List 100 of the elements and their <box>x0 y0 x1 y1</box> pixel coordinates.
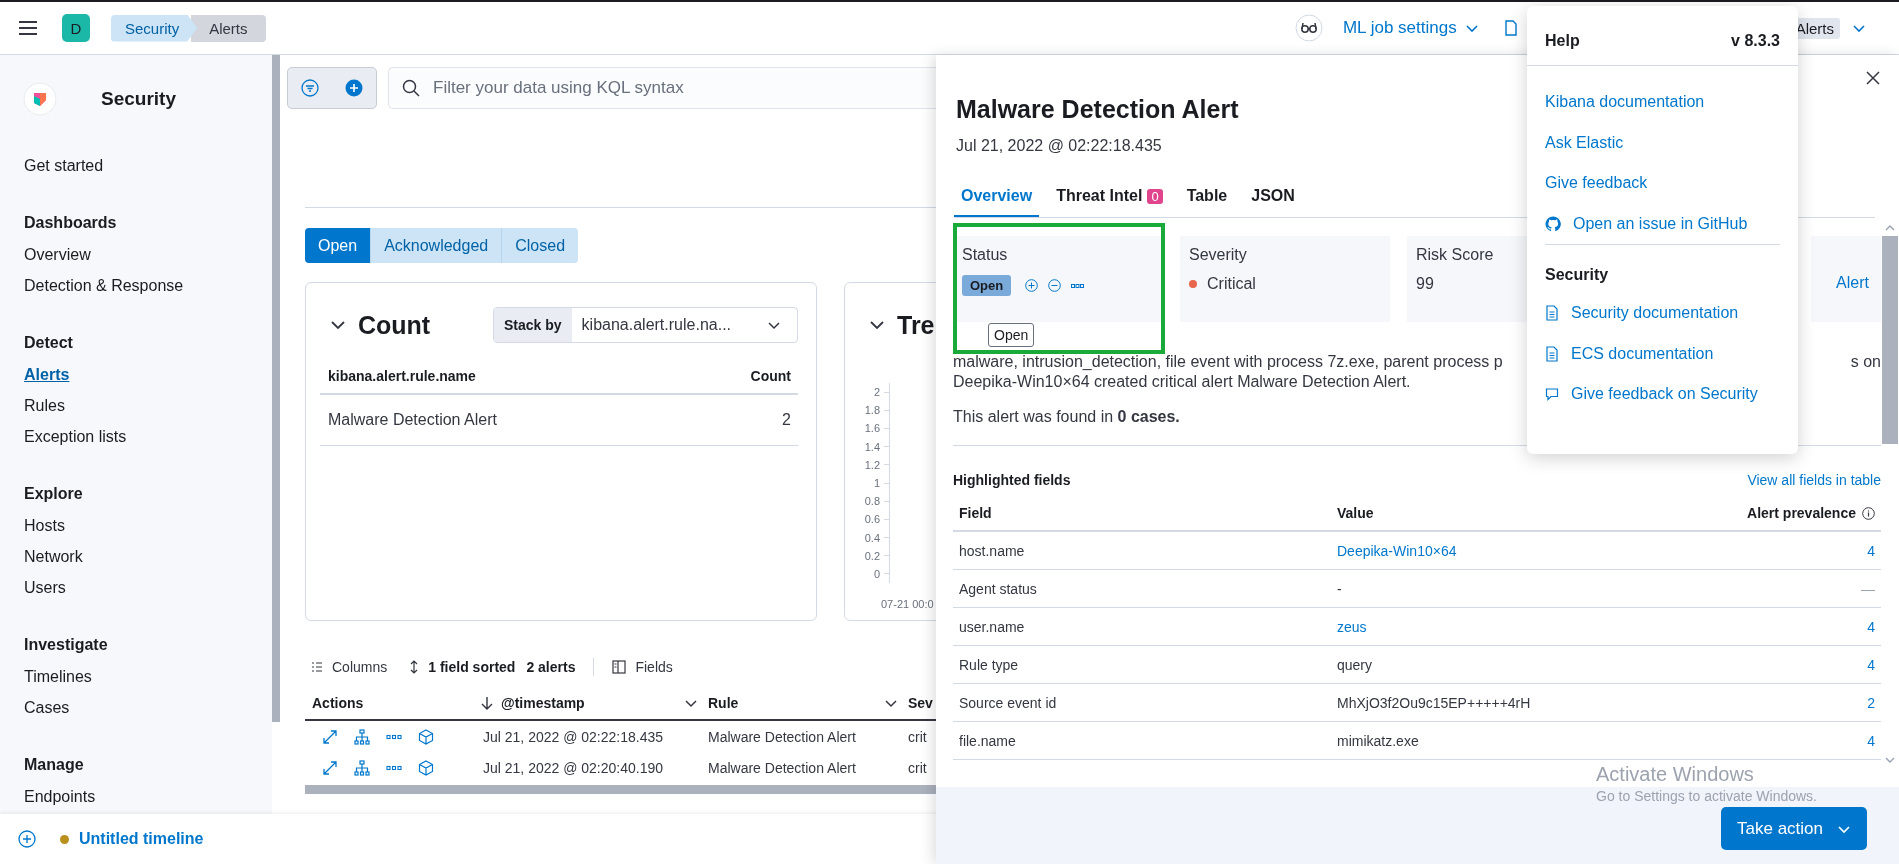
add-icon[interactable] <box>18 830 36 848</box>
tree-icon[interactable] <box>354 759 370 776</box>
add-filter-icon[interactable] <box>345 79 363 97</box>
section-title: Highlighted fields <box>953 472 1071 488</box>
nav-item[interactable]: Network <box>24 541 272 572</box>
field-value-link[interactable]: zeus <box>1337 618 1367 635</box>
cube-icon[interactable] <box>418 728 434 745</box>
flyout-tab[interactable]: Table <box>1179 179 1235 217</box>
scroll-down-icon[interactable] <box>1884 756 1896 764</box>
close-icon[interactable] <box>1866 71 1880 85</box>
column-header[interactable]: Sev <box>906 695 936 711</box>
zoom-out-icon[interactable] <box>1048 279 1062 292</box>
take-action-button[interactable]: Take action <box>1721 807 1867 850</box>
nav-item[interactable]: Endpoints <box>24 781 272 812</box>
help-link[interactable]: Security documentation <box>1545 293 1780 334</box>
status-badge[interactable]: Open <box>962 275 1012 296</box>
severity-value: Critical <box>1207 275 1256 293</box>
cube-icon[interactable] <box>418 759 434 776</box>
stack-by-select[interactable]: Stack by kibana.alert.rule.na... <box>493 307 798 343</box>
nav-heading: Manage <box>24 755 85 775</box>
nav-item[interactable]: Overview <box>24 239 272 270</box>
scrollbar[interactable] <box>305 785 936 794</box>
space-avatar[interactable]: D <box>62 14 90 42</box>
more-icon[interactable] <box>1071 282 1085 289</box>
nav-item[interactable]: Exception lists <box>24 421 272 452</box>
columns-button[interactable]: Columns <box>311 658 388 675</box>
severity-dot-icon <box>1189 280 1197 288</box>
filter-icon[interactable] <box>301 79 319 97</box>
axis-tick-label: 1.4 <box>864 440 880 453</box>
nav-item[interactable]: Timelines <box>24 661 272 692</box>
sort-button[interactable]: 1 field sorted <box>409 658 516 675</box>
column-header[interactable]: Rule <box>706 695 906 711</box>
help-title: Help <box>1545 32 1580 50</box>
rule-link[interactable]: Alert <box>1836 274 1869 292</box>
document-icon <box>1545 305 1559 322</box>
sidebar-title: Security <box>101 88 176 110</box>
help-link[interactable]: Ask Elastic <box>1545 122 1780 163</box>
sort-icon <box>409 659 420 674</box>
breadcrumb[interactable]: Security <box>111 14 198 42</box>
status-tab[interactable]: Open <box>305 228 372 263</box>
scrollbar[interactable] <box>272 55 280 722</box>
view-all-fields-link[interactable]: View all fields in table <box>1747 472 1881 488</box>
status-tab[interactable]: Acknowledged <box>371 228 503 263</box>
query-field[interactable]: Filter your data using KQL syntax <box>388 67 936 109</box>
glasses-icon[interactable] <box>1294 14 1323 42</box>
field-value: - <box>1337 580 1342 597</box>
ml-job-settings-button[interactable]: ML job settings <box>1342 18 1465 38</box>
alert-count: 2 alerts <box>526 658 576 675</box>
tree-icon[interactable] <box>354 728 370 745</box>
stack-by-label: Stack by <box>494 308 572 342</box>
info-icon[interactable] <box>1862 506 1875 520</box>
help-link[interactable]: Give feedback <box>1545 163 1780 204</box>
nav-item[interactable]: Cases <box>24 692 272 723</box>
help-link[interactable]: ECS documentation <box>1545 333 1780 374</box>
column-header: Value <box>1337 505 1375 521</box>
menu-icon[interactable] <box>18 20 38 36</box>
prevalence-link[interactable]: 4 <box>1867 656 1875 673</box>
column-header[interactable]: @timestamp <box>481 695 706 711</box>
axis-tick-label: 0.8 <box>864 495 880 508</box>
prevalence-link[interactable]: 4 <box>1867 732 1875 749</box>
help-section-title: Security <box>1545 265 1610 285</box>
tooltip: Open <box>988 323 1035 347</box>
prevalence-link[interactable]: 4 <box>1867 542 1875 559</box>
axis-tick-label: 1.8 <box>864 404 880 417</box>
flyout-tab[interactable]: JSON <box>1244 179 1302 217</box>
prevalence-link[interactable]: 2 <box>1867 694 1875 711</box>
flyout-tab[interactable]: Overview <box>954 179 1040 217</box>
scroll-up-icon[interactable] <box>1884 224 1896 232</box>
status-tab[interactable]: Closed <box>502 228 579 263</box>
help-link[interactable]: Kibana documentation <box>1545 82 1780 123</box>
nav-item[interactable]: Detection & Response <box>24 270 272 301</box>
timeline-link[interactable]: Untitled timeline <box>79 830 204 848</box>
nav-item[interactable]: Rules <box>24 390 272 421</box>
prevalence-link[interactable]: 4 <box>1867 618 1875 635</box>
speech-bubble-icon <box>1545 387 1559 402</box>
sort-down-icon[interactable] <box>481 696 493 710</box>
security-logo-icon <box>23 82 57 116</box>
axis-tick-label: 07-21 00:0 <box>881 598 934 611</box>
document-icon <box>1545 345 1559 362</box>
nav-item[interactable]: Alerts <box>24 359 272 390</box>
document-icon[interactable] <box>1503 20 1518 36</box>
activation-notice-text: Go to Settings to activate Windows. <box>1596 788 1817 804</box>
nav-item[interactable]: Get started <box>24 150 272 181</box>
fields-icon <box>612 659 627 674</box>
expand-icon[interactable] <box>322 728 338 745</box>
field-name: Source event id <box>959 694 1058 711</box>
fields-button[interactable]: Fields <box>612 658 673 675</box>
nav-item[interactable]: Users <box>24 572 272 603</box>
help-link[interactable]: Give feedback on Security <box>1545 374 1780 415</box>
flyout-tab[interactable]: Threat Intel 0 <box>1049 179 1170 217</box>
activation-notice-title: Activate Windows <box>1596 763 1755 786</box>
help-link[interactable]: Open an issue in GitHub <box>1545 203 1780 244</box>
nav-heading: Explore <box>24 484 84 504</box>
expand-icon[interactable] <box>322 759 338 776</box>
field-value-link[interactable]: Deepika-Win10×64 <box>1337 542 1457 559</box>
stack-by-value: kibana.alert.rule.na... <box>580 316 732 334</box>
nav-item[interactable]: Hosts <box>24 510 272 541</box>
zoom-in-icon[interactable] <box>1025 279 1039 292</box>
breadcrumb[interactable]: Alerts <box>191 14 266 42</box>
column-header[interactable]: Actions <box>305 695 481 711</box>
